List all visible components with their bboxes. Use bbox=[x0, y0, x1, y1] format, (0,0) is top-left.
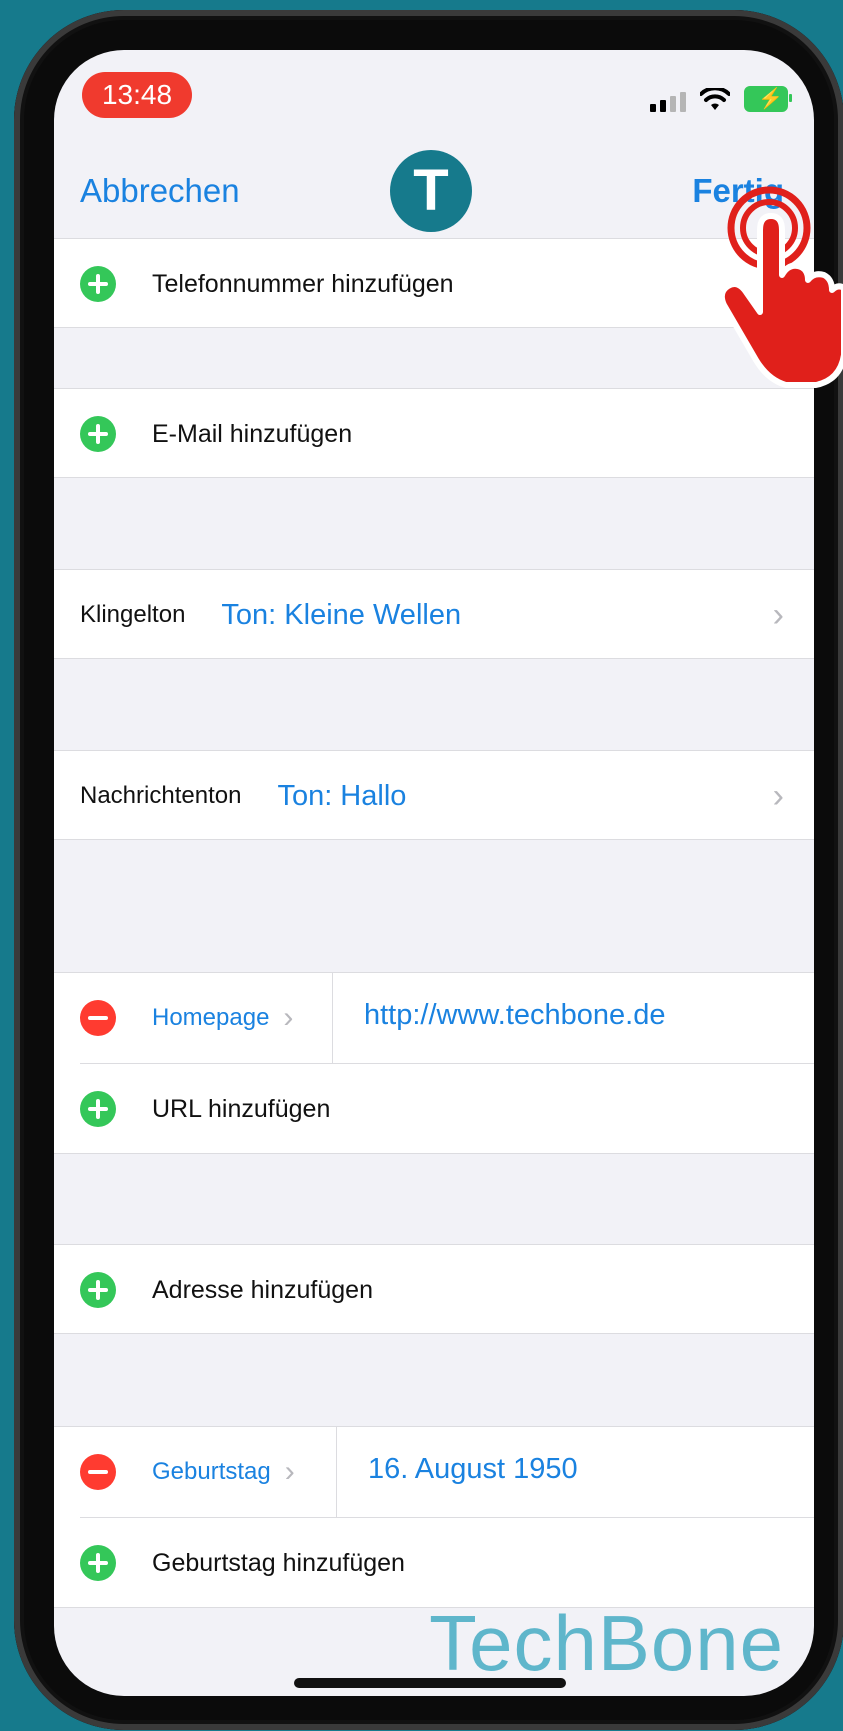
add-email-label: E-Mail hinzufügen bbox=[152, 419, 353, 448]
add-address-row[interactable]: Adresse hinzufügen bbox=[54, 1244, 814, 1334]
homepage-type-label: Homepage bbox=[152, 1004, 270, 1031]
add-icon[interactable] bbox=[80, 416, 116, 452]
add-url-label: URL hinzufügen bbox=[152, 1094, 331, 1123]
add-url-row[interactable]: URL hinzufügen bbox=[80, 1064, 814, 1154]
cellular-signal-icon bbox=[650, 92, 686, 112]
ringtone-label: Klingelton bbox=[80, 601, 186, 628]
add-phone-row[interactable]: Telefonnummer hinzufügen bbox=[54, 238, 814, 328]
remove-icon[interactable] bbox=[80, 1454, 116, 1490]
contact-avatar[interactable]: T bbox=[390, 150, 472, 232]
cancel-button[interactable]: Abbrechen bbox=[80, 172, 240, 210]
text-tone-value: Ton: Hallo bbox=[277, 779, 407, 812]
birthday-section: Geburtstag › 16. August 1950 Geburtstag … bbox=[54, 1426, 814, 1608]
divider bbox=[332, 973, 333, 1063]
home-indicator[interactable] bbox=[294, 1678, 566, 1688]
birthday-type-label: Geburtstag bbox=[152, 1458, 271, 1485]
add-email-row[interactable]: E-Mail hinzufügen bbox=[54, 388, 814, 478]
chevron-right-icon: › bbox=[772, 596, 784, 634]
ringtone-value: Ton: Kleine Wellen bbox=[221, 598, 462, 631]
remove-icon[interactable] bbox=[80, 1000, 116, 1036]
ringtone-row[interactable]: Klingelton Ton: Kleine Wellen › bbox=[54, 569, 814, 659]
add-icon[interactable] bbox=[80, 1272, 116, 1308]
birthday-type-selector[interactable]: Geburtstag › bbox=[152, 1455, 295, 1489]
status-time: 13:48 bbox=[82, 72, 192, 118]
add-birthday-row[interactable]: Geburtstag hinzufügen bbox=[80, 1518, 814, 1608]
homepage-url-field[interactable]: http://www.techbone.de bbox=[364, 999, 665, 1032]
add-icon[interactable] bbox=[80, 1545, 116, 1581]
status-icons: ⚡ bbox=[650, 86, 792, 112]
techbone-watermark: TechBone bbox=[429, 1599, 784, 1687]
wifi-icon bbox=[700, 88, 730, 110]
url-section: Homepage › http://www.techbone.de URL hi… bbox=[54, 972, 814, 1154]
chevron-right-icon: › bbox=[283, 1001, 294, 1034]
text-tone-row[interactable]: Nachrichtenton Ton: Hallo › bbox=[54, 750, 814, 840]
add-icon[interactable] bbox=[80, 1091, 116, 1127]
add-phone-label: Telefonnummer hinzufügen bbox=[152, 269, 454, 298]
text-tone-label: Nachrichtenton bbox=[80, 782, 242, 809]
tap-hand-icon bbox=[718, 186, 843, 388]
homepage-type-selector[interactable]: Homepage › bbox=[152, 1001, 293, 1035]
battery-charging-icon: ⚡ bbox=[744, 86, 792, 112]
add-address-label: Adresse hinzufügen bbox=[152, 1275, 373, 1304]
divider bbox=[336, 1427, 337, 1517]
birthday-date-field[interactable]: 16. August 1950 bbox=[368, 1453, 578, 1486]
add-birthday-label: Geburtstag hinzufügen bbox=[152, 1548, 405, 1577]
add-icon[interactable] bbox=[80, 266, 116, 302]
chevron-right-icon: › bbox=[284, 1455, 295, 1488]
contact-edit-screen: 13:48 ⚡ Abbrechen T Fertig Telefonnummer… bbox=[54, 50, 814, 1696]
chevron-right-icon: › bbox=[772, 777, 784, 815]
